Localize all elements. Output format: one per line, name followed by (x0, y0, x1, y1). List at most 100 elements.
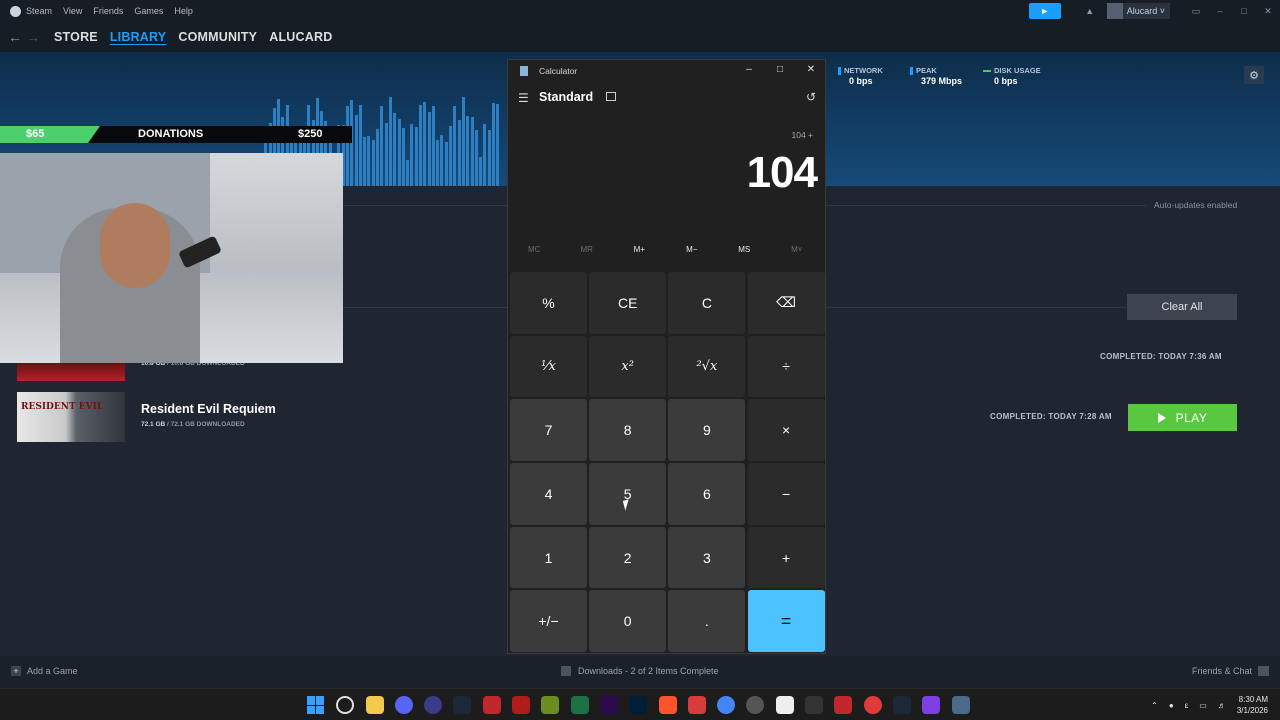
keep-on-top-icon[interactable] (606, 92, 616, 101)
maximize-button[interactable]: □ (1232, 6, 1256, 16)
minimize-button[interactable]: – (739, 64, 759, 75)
clear-entry-button[interactable]: CE (589, 272, 667, 334)
add-game-button[interactable]: + Add a Game (11, 666, 78, 676)
media-player-icon[interactable] (424, 696, 443, 714)
graph-bar (492, 103, 496, 186)
menu-friends[interactable]: Friends (93, 6, 123, 16)
square-button[interactable]: x² (589, 335, 667, 398)
minimize-button[interactable]: – (1208, 6, 1232, 16)
app-icon[interactable] (863, 696, 882, 714)
announcements-button[interactable]: ► (1028, 3, 1061, 19)
app-icon[interactable] (687, 696, 706, 714)
chrome-icon[interactable] (717, 696, 736, 714)
digit-1-button[interactable]: 1 (510, 526, 587, 589)
game-thumbnail[interactable] (17, 363, 125, 381)
nav-profile[interactable]: ALUCARD (269, 30, 332, 44)
subtract-button[interactable]: − (747, 463, 825, 525)
digit-2-button[interactable]: 2 (589, 526, 667, 589)
game-thumbnail-resident-evil[interactable]: RESIDENT EVIL (17, 392, 125, 442)
microphone-icon[interactable]: ● (1169, 701, 1174, 710)
menu-steam[interactable]: Steam (26, 6, 52, 16)
gear-icon[interactable]: ⚙ (1244, 66, 1264, 84)
graph-bar (449, 126, 453, 186)
memory-list-button[interactable]: M˅ (771, 245, 824, 254)
menu-games[interactable]: Games (134, 6, 163, 16)
steam-icon[interactable] (453, 696, 472, 714)
digit-9-button[interactable]: 9 (668, 399, 746, 461)
menu-view[interactable]: View (63, 6, 82, 16)
search-icon[interactable] (336, 696, 355, 714)
digit-0-button[interactable]: 0 (589, 590, 667, 652)
history-icon[interactable]: ↺ (806, 90, 816, 104)
digit-4-button[interactable]: 4 (510, 463, 587, 525)
calculator-title: Calculator (539, 66, 578, 76)
digit-7-button[interactable]: 7 (510, 399, 587, 461)
app-icon[interactable] (746, 696, 765, 714)
nav-store[interactable]: STORE (54, 30, 98, 44)
excel-icon[interactable] (570, 696, 589, 714)
square-root-button[interactable]: ²√x (668, 335, 746, 398)
digit-5-button[interactable]: 5 (589, 463, 667, 525)
hamburger-menu-icon[interactable]: ☰ (518, 91, 529, 105)
user-menu[interactable]: Alucard ˅ (1106, 3, 1170, 19)
digit-8-button[interactable]: 8 (589, 399, 667, 461)
app-icon[interactable] (512, 696, 531, 714)
memory-clear-button[interactable]: MC (508, 245, 561, 254)
photoshop-icon[interactable] (629, 696, 648, 714)
calculator-titlebar[interactable]: Calculator – □ ✕ (508, 60, 825, 82)
friends-chat-button[interactable]: Friends & Chat (1192, 666, 1269, 676)
app-icon[interactable] (834, 696, 853, 714)
backspace-button[interactable]: ⌫ (747, 272, 825, 334)
back-arrow-icon[interactable]: ← (6, 29, 24, 45)
discord-icon[interactable] (394, 696, 413, 714)
game-name[interactable]: Resident Evil Requiem (141, 402, 276, 416)
add-button[interactable]: + (747, 526, 825, 589)
app-icon[interactable] (775, 696, 794, 714)
digit-3-button[interactable]: 3 (668, 526, 746, 589)
app-icon[interactable] (805, 696, 824, 714)
close-button[interactable]: ✕ (1256, 6, 1280, 17)
memory-add-button[interactable]: M+ (613, 245, 666, 254)
multiply-button[interactable]: × (747, 399, 825, 461)
calculator-expression: 104 + (791, 130, 813, 140)
nav-library[interactable]: LIBRARY (110, 30, 167, 44)
volume-icon[interactable]: ♬ (1218, 701, 1226, 710)
percent-button[interactable]: % (510, 272, 587, 334)
app-icon[interactable] (922, 696, 941, 714)
close-button[interactable]: ✕ (801, 64, 821, 75)
windows-start-icon[interactable] (307, 696, 325, 714)
maximize-button[interactable]: □ (770, 64, 790, 75)
equals-button[interactable]: = (747, 590, 825, 652)
steam-navbar: ← → STORE LIBRARY COMMUNITY ALUCARD (0, 22, 1280, 52)
premiere-icon[interactable] (599, 696, 618, 714)
app-icon[interactable] (482, 696, 501, 714)
big-picture-icon[interactable]: ▭ (1184, 6, 1208, 17)
reciprocal-button[interactable]: ⅟x (510, 335, 587, 398)
negate-button[interactable]: +/− (510, 590, 587, 652)
file-explorer-icon[interactable] (365, 696, 384, 714)
memory-store-button[interactable]: MS (718, 245, 771, 254)
notifications-bell-icon[interactable]: ▲ (1083, 4, 1097, 18)
digit-6-button[interactable]: 6 (668, 463, 746, 525)
brave-icon[interactable] (658, 696, 677, 714)
nav-community[interactable]: COMMUNITY (178, 30, 257, 44)
memory-subtract-button[interactable]: M− (666, 245, 719, 254)
forward-arrow-icon[interactable]: → (24, 29, 42, 45)
calculator-taskbar-icon[interactable] (951, 696, 970, 714)
graph-bar (470, 117, 474, 186)
tray-icon[interactable]: ε (1185, 701, 1189, 710)
display-icon[interactable]: ▭ (1199, 701, 1207, 710)
memory-recall-button[interactable]: MR (561, 245, 614, 254)
play-button[interactable]: PLAY (1128, 404, 1237, 431)
chevron-up-icon[interactable]: ⌃ (1151, 701, 1158, 710)
clear-all-button[interactable]: Clear All (1127, 294, 1237, 320)
clock[interactable]: 8:30 AM 3/1/2026 (1237, 694, 1268, 716)
clock-time: 8:30 AM (1238, 695, 1268, 704)
menu-help[interactable]: Help (174, 6, 193, 16)
app-icon[interactable] (541, 696, 560, 714)
downloads-status[interactable]: Downloads - 2 of 2 Items Complete (561, 666, 719, 676)
divide-button[interactable]: ÷ (747, 335, 825, 398)
steam-icon[interactable] (892, 696, 911, 714)
clear-button[interactable]: C (668, 272, 746, 334)
decimal-button[interactable]: . (668, 590, 746, 652)
